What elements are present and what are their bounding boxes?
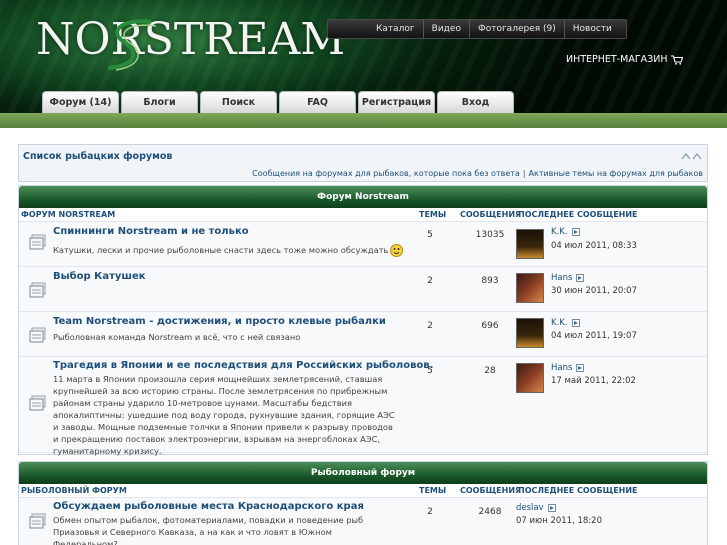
section-heading[interactable]: Рыболовный форум — [19, 462, 707, 484]
last-post-date: 17 май 2011, 22:02 — [551, 376, 636, 386]
smiley-icon — [390, 244, 404, 257]
last-post-date: 30 июн 2011, 20:07 — [551, 286, 637, 296]
top-nav: Каталог Видео Фотогалерея (9) Новости — [327, 19, 627, 39]
tab-blogs[interactable]: Блоги — [121, 91, 198, 113]
logo-swoosh-icon — [107, 19, 157, 71]
last-post-author[interactable]: Hans — [551, 273, 585, 283]
author-name: deslav — [516, 503, 544, 513]
forum-title-link[interactable]: Выбор Катушек — [53, 271, 146, 282]
column-header-row: ФОРУМ NORSTREAM ТЕМЫ СООБЩЕНИЯ ПОСЛЕДНЕЕ… — [19, 208, 707, 222]
forum-read-icon — [29, 513, 46, 529]
tab-faq[interactable]: FAQ — [279, 91, 356, 113]
link-separator: | — [522, 169, 526, 178]
link-active-topics[interactable]: Активные темы на форумах для рыбаков — [529, 169, 703, 178]
go-to-post-icon[interactable] — [571, 319, 580, 327]
last-post-date: 04 июл 2011, 19:07 — [551, 331, 637, 341]
main-content: Список рыбацких форумов Сообщения на фор… — [0, 128, 727, 545]
column-header-row: РЫБОЛОВНЫЙ ФОРУМ ТЕМЫ СООБЩЕНИЯ ПОСЛЕДНЕ… — [19, 484, 707, 498]
forum-title-link[interactable]: Спиннинги Norstream и не только — [53, 226, 249, 237]
last-post-date: 07 июн 2011, 18:20 — [516, 516, 602, 526]
nav-link-news[interactable]: Новости — [563, 20, 620, 38]
cart-icon — [670, 54, 683, 65]
author-name: K.K. — [551, 318, 568, 328]
forum-section-norstream: Форум Norstream ФОРУМ NORSTREAM ТЕМЫ СОО… — [18, 185, 708, 456]
logo-text: NORSTREAM — [36, 14, 346, 65]
forum-title-link[interactable]: Трагедия в Японии и ее последствия для Р… — [53, 360, 433, 371]
forum-description: Рыболовная команда Norstream и всё, что … — [53, 332, 301, 342]
last-post-author[interactable]: deslav — [516, 503, 556, 513]
green-divider-bar — [0, 113, 727, 128]
topics-count: 5 — [427, 366, 433, 376]
avatar[interactable] — [516, 273, 544, 303]
forum-read-icon — [29, 327, 46, 343]
go-to-post-icon[interactable] — [576, 364, 585, 372]
tab-login[interactable]: Вход — [437, 91, 514, 113]
forum-row: Трагедия в Японии и ее последствия для Р… — [19, 357, 707, 456]
posts-count: 2468 — [478, 507, 502, 517]
forum-read-icon — [29, 282, 46, 298]
col-last-post: ПОСЛЕДНЕЕ СООБЩЕНИЕ — [518, 486, 638, 495]
col-posts: СООБЩЕНИЯ — [460, 486, 522, 495]
nav-link-video[interactable]: Видео — [422, 20, 469, 38]
avatar[interactable] — [516, 229, 544, 259]
last-post-date: 04 июл 2011, 08:33 — [551, 241, 637, 251]
forum-list-title[interactable]: Список рыбацких форумов — [23, 151, 172, 162]
forum-section-fishing: Рыболовный форум РЫБОЛОВНЫЙ ФОРУМ ТЕМЫ С… — [18, 461, 708, 545]
link-unanswered-posts[interactable]: Сообщения на форумах для рыбаков, которы… — [252, 169, 520, 178]
posts-count: 28 — [484, 366, 496, 376]
topics-count: 5 — [427, 230, 433, 240]
shop-link[interactable]: ИНТЕРНЕТ-МАГАЗИН — [566, 54, 683, 65]
author-name: K.K. — [551, 227, 568, 237]
forum-description-text: Катушки, лески и прочие рыболовные снаст… — [53, 245, 389, 255]
last-post-author[interactable]: K.K. — [551, 318, 580, 328]
forum-read-icon — [29, 234, 46, 250]
collapse-icon[interactable] — [681, 151, 703, 161]
forum-row: Team Norstream - достижения, и просто кл… — [19, 312, 707, 357]
forum-row: Спиннинги Norstream и не только Катушки,… — [19, 222, 707, 267]
posts-count: 893 — [481, 276, 499, 286]
forum-description: Катушки, лески и прочие рыболовные снаст… — [53, 244, 404, 257]
col-topics: ТЕМЫ — [419, 486, 447, 495]
col-posts: СООБЩЕНИЯ — [460, 210, 522, 219]
forum-description: 11 марта в Японии произошла серия мощней… — [53, 374, 395, 456]
avatar[interactable] — [516, 363, 544, 393]
forum-read-icon — [29, 395, 46, 411]
go-to-post-icon[interactable] — [576, 274, 585, 282]
site-header: NORSTREAM Каталог Видео Фотогалерея (9) … — [0, 0, 727, 113]
forum-row: Выбор Катушек 2 893 Hans 30 июн 2011, 20… — [19, 267, 707, 312]
shop-label: ИНТЕРНЕТ-МАГАЗИН — [566, 54, 668, 65]
author-name: Hans — [551, 363, 573, 373]
nav-link-photogallery[interactable]: Фотогалерея (9) — [468, 20, 564, 38]
topics-count: 2 — [427, 321, 433, 331]
main-tabs: Форум (14) Блоги Поиск FAQ Регистрация В… — [42, 91, 514, 113]
tab-register[interactable]: Регистрация — [358, 91, 435, 113]
author-name: Hans — [551, 273, 573, 283]
last-post-author[interactable]: Hans — [551, 363, 585, 373]
tab-forum[interactable]: Форум (14) — [42, 91, 119, 113]
posts-count: 13035 — [475, 230, 505, 240]
forum-list-links: Сообщения на форумах для рыбаков, которы… — [252, 169, 703, 178]
topics-count: 2 — [427, 276, 433, 286]
last-post-author[interactable]: K.K. — [551, 227, 580, 237]
col-last-post: ПОСЛЕДНЕЕ СООБЩЕНИЕ — [518, 210, 638, 219]
col-forum: ФОРУМ NORSTREAM — [21, 210, 116, 219]
nav-link-catalog[interactable]: Каталог — [368, 20, 423, 38]
section-heading[interactable]: Форум Norstream — [19, 186, 707, 208]
avatar[interactable] — [516, 318, 544, 348]
forum-title-link[interactable]: Обсуждаем рыболовные места Краснодарског… — [53, 501, 364, 512]
col-topics: ТЕМЫ — [419, 210, 447, 219]
forum-description: Обмен опытом рыбалок, фотоматериалами, п… — [53, 515, 364, 545]
forum-title-link[interactable]: Team Norstream - достижения, и просто кл… — [53, 316, 386, 327]
posts-count: 696 — [481, 321, 499, 331]
topics-count: 2 — [427, 507, 433, 517]
forum-row: Обсуждаем рыболовные места Краснодарског… — [19, 498, 707, 545]
go-to-post-icon[interactable] — [547, 504, 556, 512]
go-to-post-icon[interactable] — [571, 228, 580, 236]
forum-list-box: Список рыбацких форумов Сообщения на фор… — [18, 144, 708, 182]
col-forum: РЫБОЛОВНЫЙ ФОРУМ — [21, 486, 127, 495]
tab-search[interactable]: Поиск — [200, 91, 277, 113]
